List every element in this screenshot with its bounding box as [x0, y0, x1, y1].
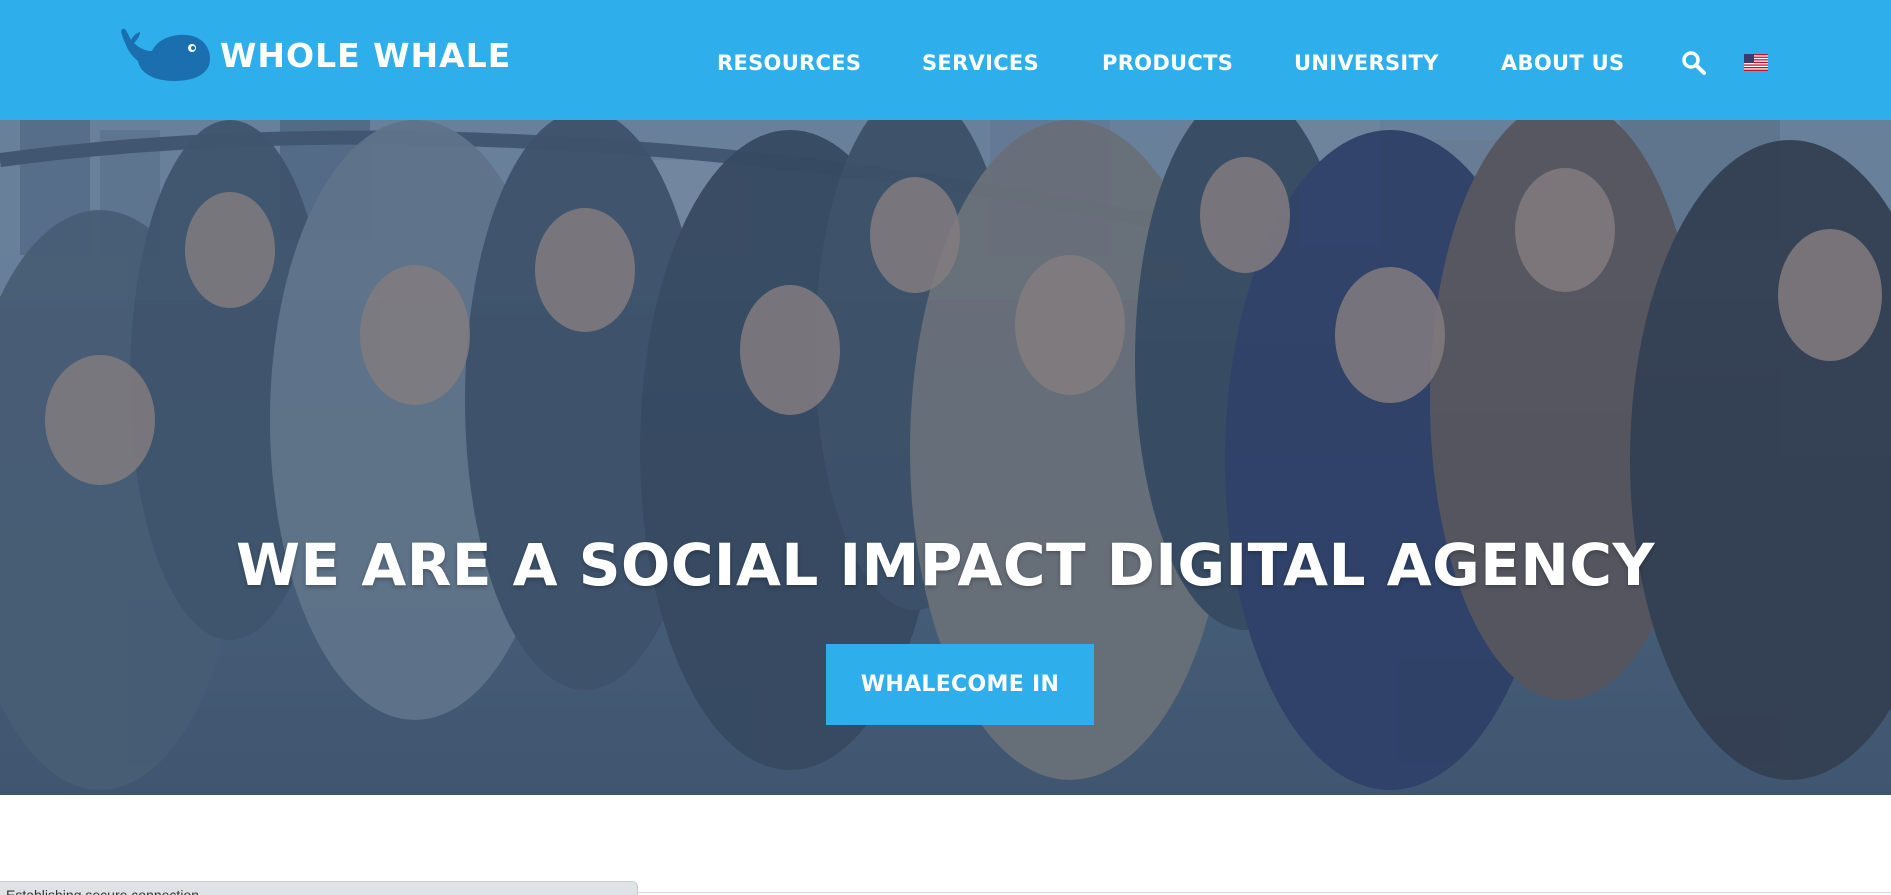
language-selector[interactable] — [1744, 54, 1768, 71]
browser-status-bar: Establishing secure connection... — [0, 881, 638, 895]
us-flag-icon — [1744, 54, 1768, 71]
search-icon — [1682, 51, 1706, 75]
site-header: WHOLE WHALE RESOURCES SERVICES PRODUCTS … — [0, 0, 1891, 120]
whalecome-in-button[interactable]: WHALECOME IN — [826, 644, 1094, 725]
search-button[interactable] — [1681, 50, 1707, 76]
brand-logo[interactable]: WHOLE WHALE — [118, 26, 511, 84]
nav-products[interactable]: PRODUCTS — [1102, 50, 1233, 76]
status-text: Establishing secure connection... — [6, 887, 211, 895]
divider — [638, 892, 1891, 893]
nav-about-us[interactable]: ABOUT US — [1501, 50, 1624, 76]
brand-name: WHOLE WHALE — [220, 35, 512, 75]
nav-resources[interactable]: RESOURCES — [717, 50, 861, 76]
hero-title: WE ARE A SOCIAL IMPACT DIGITAL AGENCY — [236, 531, 1655, 599]
nav-services[interactable]: SERVICES — [922, 50, 1039, 76]
whale-icon — [121, 28, 210, 81]
nav-university[interactable]: UNIVERSITY — [1294, 50, 1439, 76]
